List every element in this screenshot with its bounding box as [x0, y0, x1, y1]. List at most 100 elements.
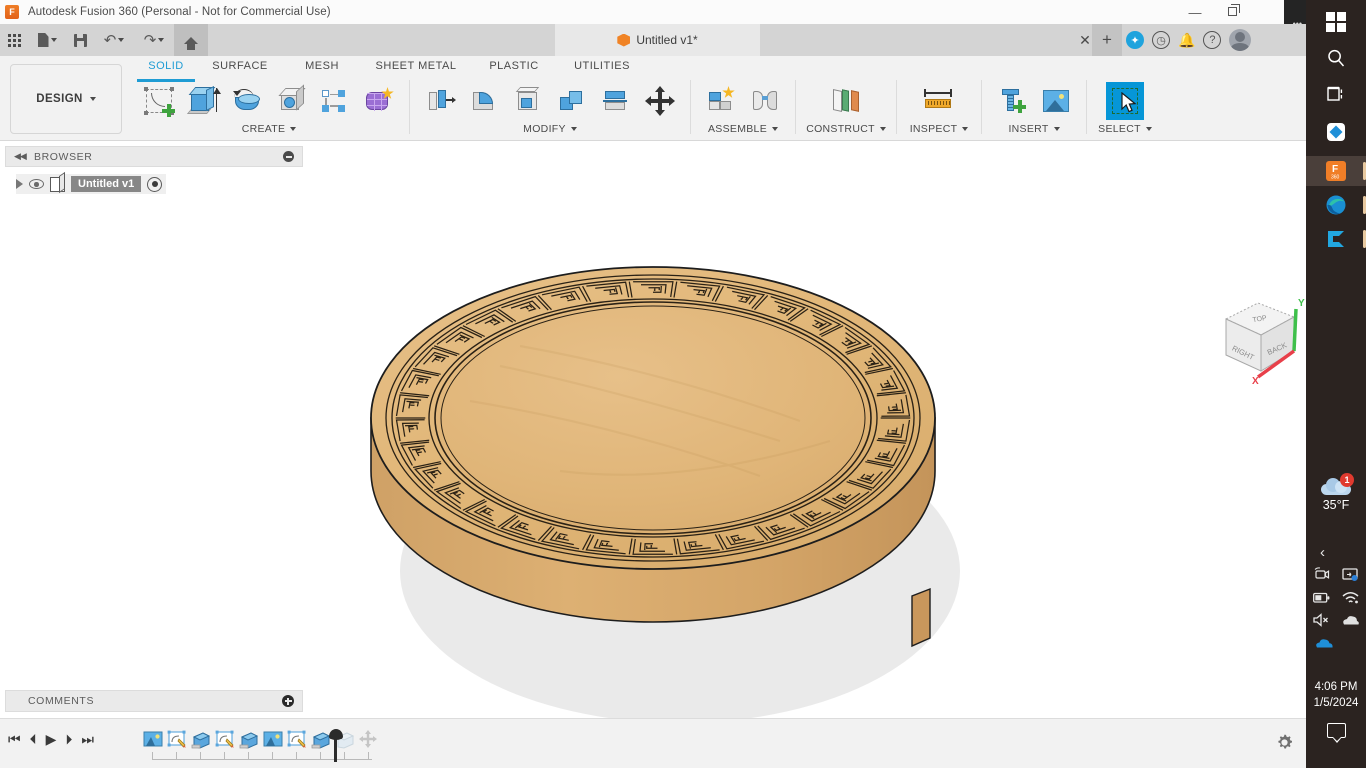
- widgets-button[interactable]: [1306, 116, 1366, 147]
- wifi-icon[interactable]: [1342, 591, 1359, 604]
- select-window-button[interactable]: [1103, 80, 1147, 122]
- move-copy-button[interactable]: [638, 80, 682, 122]
- create-form-button[interactable]: [357, 80, 401, 122]
- add-comment-icon[interactable]: [282, 695, 294, 707]
- modify-group-label[interactable]: MODIFY: [523, 123, 577, 135]
- taskbar-clock[interactable]: 4:06 PM 1/5/2024: [1306, 679, 1366, 711]
- battery-icon[interactable]: [1313, 592, 1330, 604]
- timeline-canvas-feature[interactable]: [262, 728, 284, 750]
- file-menu-button[interactable]: [28, 24, 66, 56]
- app-taskbar-icon[interactable]: [1306, 224, 1366, 254]
- expand-triangle-icon[interactable]: [16, 179, 23, 189]
- search-button[interactable]: [1306, 42, 1366, 73]
- rectangular-pattern-button[interactable]: [313, 80, 357, 122]
- collapse-panel-icon[interactable]: ◀◀: [14, 151, 27, 162]
- extrude-button[interactable]: [181, 80, 225, 122]
- redo-button[interactable]: ↷: [134, 24, 174, 56]
- notifications-bell-icon[interactable]: 🔔: [1178, 32, 1195, 49]
- timeline-settings-gear-icon[interactable]: [1275, 733, 1294, 752]
- taskbar-weather-widget[interactable]: 1 35°F: [1306, 473, 1366, 512]
- notification-center-button[interactable]: [1306, 723, 1366, 743]
- step-back-button[interactable]: ⏴: [30, 732, 37, 746]
- radio-dot-icon[interactable]: [147, 176, 163, 192]
- browser-panel-header[interactable]: ◀◀ BROWSER: [5, 146, 303, 167]
- new-tab-button[interactable]: +: [1092, 24, 1122, 56]
- timeline-sketch-feature[interactable]: [214, 728, 236, 750]
- inspect-group-label[interactable]: INSPECT: [910, 123, 969, 135]
- edge-taskbar-icon[interactable]: [1306, 190, 1366, 220]
- comments-panel-header[interactable]: COMMENTS: [5, 690, 303, 712]
- extensions-icon[interactable]: ✦: [1126, 31, 1144, 49]
- shell-button[interactable]: [506, 80, 550, 122]
- tab-utilities[interactable]: UTILITIES: [557, 57, 647, 79]
- minimize-panel-icon[interactable]: [283, 151, 294, 162]
- split-body-button[interactable]: [594, 80, 638, 122]
- play-button[interactable]: ▶: [46, 732, 57, 746]
- timeline-sketch-feature[interactable]: [166, 728, 188, 750]
- timeline-extrude-feature[interactable]: [190, 728, 212, 750]
- undo-button[interactable]: ↶: [94, 24, 134, 56]
- task-view-button[interactable]: [1306, 78, 1366, 109]
- show-hidden-icons-chevron[interactable]: ‹: [1320, 545, 1325, 560]
- new-component-button[interactable]: [699, 80, 743, 122]
- eye-icon[interactable]: [29, 179, 44, 189]
- timeline-sketch-feature[interactable]: [286, 728, 308, 750]
- create-group-label[interactable]: CREATE: [242, 123, 297, 135]
- browser-root-item[interactable]: Untitled v1: [16, 174, 167, 194]
- timeline-playhead[interactable]: [329, 726, 343, 762]
- onedrive-icon[interactable]: [1315, 636, 1335, 649]
- weather-temperature: 35°F: [1322, 498, 1350, 512]
- save-button[interactable]: [66, 24, 94, 56]
- tab-plastic[interactable]: PLASTIC: [471, 57, 557, 79]
- show-data-panel-button[interactable]: [0, 24, 28, 56]
- timeline-canvas-feature[interactable]: [142, 728, 164, 750]
- create-sketch-button[interactable]: [137, 80, 181, 122]
- measure-button[interactable]: [917, 80, 961, 122]
- go-to-beginning-button[interactable]: ⏮: [8, 732, 21, 746]
- tab-solid[interactable]: SOLID: [135, 57, 197, 82]
- 3d-viewport[interactable]: TOP RIGHT BACK Y X: [0, 141, 1306, 718]
- home-button[interactable]: [174, 24, 208, 56]
- volume-muted-icon[interactable]: [1312, 613, 1330, 627]
- insert-mcmaster-button[interactable]: [990, 80, 1034, 122]
- tab-mesh[interactable]: MESH: [283, 57, 361, 79]
- weather-cloud-tray-icon[interactable]: [1342, 614, 1360, 626]
- screen-cast-icon[interactable]: [1342, 567, 1358, 582]
- insert-group-label[interactable]: INSERT: [1008, 123, 1060, 135]
- view-cube-y-axis-label: Y: [1298, 298, 1305, 309]
- job-status-icon[interactable]: ◷: [1152, 31, 1170, 49]
- tab-utilities-label: UTILITIES: [574, 60, 630, 72]
- browser-root-label[interactable]: Untitled v1: [71, 176, 142, 192]
- select-group-label[interactable]: SELECT: [1098, 123, 1152, 135]
- sweep-button[interactable]: [269, 80, 313, 122]
- step-forward-button[interactable]: ⏵: [65, 732, 72, 746]
- restore-button[interactable]: [1228, 4, 1244, 20]
- assemble-group-label[interactable]: ASSEMBLE: [708, 123, 778, 135]
- ribbon-divider: [795, 80, 796, 134]
- tab-sheet-metal[interactable]: SHEET METAL: [361, 57, 471, 79]
- minimize-button[interactable]: —: [1178, 0, 1212, 24]
- joint-button[interactable]: [743, 80, 787, 122]
- document-tab[interactable]: Untitled v1*: [555, 24, 760, 56]
- design-workspace-dropdown[interactable]: DESIGN: [10, 64, 122, 134]
- go-to-end-button[interactable]: ⏭: [81, 732, 94, 746]
- view-cube[interactable]: TOP RIGHT BACK Y X: [1214, 289, 1306, 394]
- clock-time: 4:06 PM: [1314, 681, 1358, 693]
- help-icon[interactable]: ?: [1203, 31, 1222, 49]
- insert-canvas-button[interactable]: [1034, 80, 1078, 122]
- tab-surface[interactable]: SURFACE: [197, 57, 283, 79]
- start-button[interactable]: [1306, 6, 1366, 37]
- fillet-button[interactable]: [462, 80, 506, 122]
- timeline-extrude-feature[interactable]: [238, 728, 260, 750]
- revolve-button[interactable]: [225, 80, 269, 122]
- tray-expand-row[interactable]: ‹: [1306, 545, 1366, 560]
- meet-now-icon[interactable]: [1314, 567, 1330, 582]
- construct-group-label[interactable]: CONSTRUCT: [806, 123, 886, 135]
- offset-plane-button[interactable]: [824, 80, 868, 122]
- combine-button[interactable]: [550, 80, 594, 122]
- press-pull-button[interactable]: [418, 80, 462, 122]
- timeline-move-feature[interactable]: [358, 728, 380, 750]
- fusion360-taskbar-icon[interactable]: F 360: [1306, 156, 1366, 186]
- account-avatar[interactable]: [1229, 29, 1252, 51]
- ribbon-group-insert: INSERT: [984, 80, 1084, 135]
